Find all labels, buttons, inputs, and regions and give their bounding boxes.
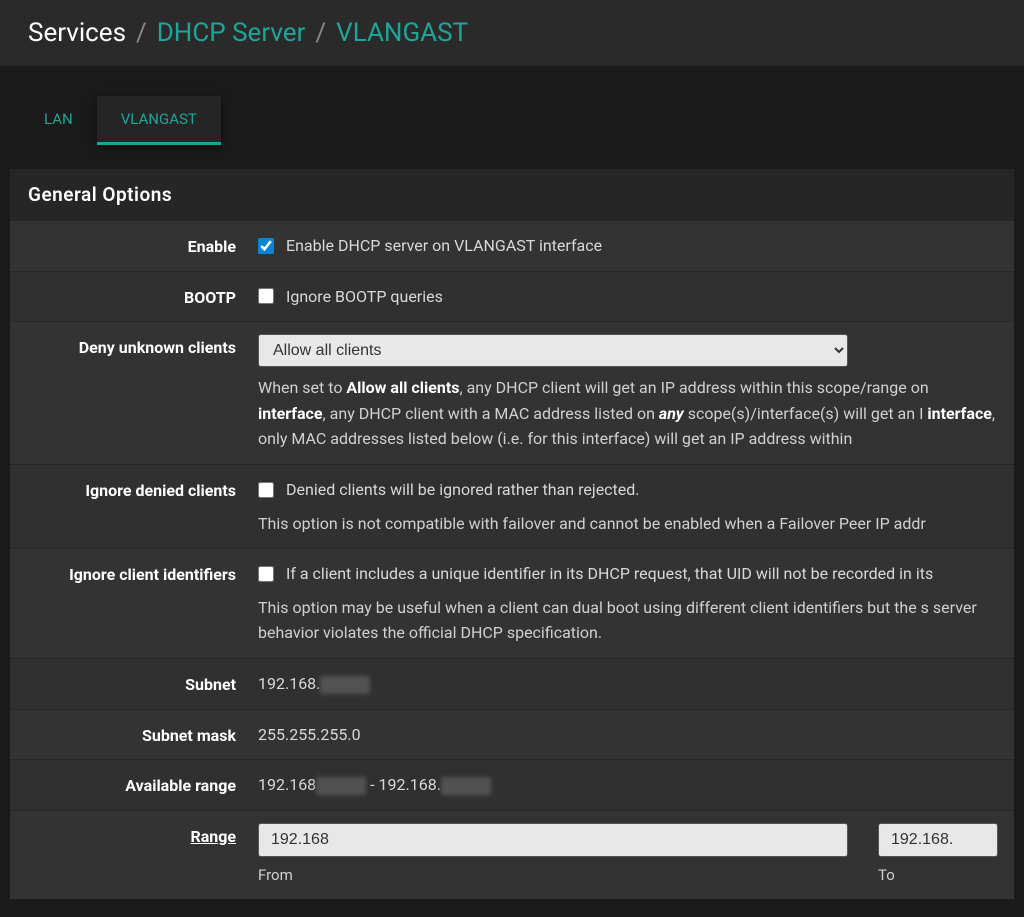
breadcrumb-root[interactable]: Services	[28, 18, 126, 48]
panel-title: General Options	[10, 169, 1014, 220]
tab-bar: LAN VLANGAST	[0, 66, 1024, 145]
bootp-checkbox[interactable]	[258, 288, 274, 304]
row-ignore-cid: Ignore client identifiers If a client in…	[10, 548, 1014, 658]
range-from-label: From	[258, 863, 848, 887]
enable-checkbox-wrap[interactable]: Enable DHCP server on VLANGAST interface	[258, 233, 996, 259]
breadcrumb: Services / DHCP Server / VLANGAST	[0, 0, 1024, 66]
bootp-checkbox-wrap[interactable]: Ignore BOOTP queries	[258, 284, 996, 310]
label-ignore-denied: Ignore denied clients	[28, 477, 258, 500]
general-options-panel: General Options Enable Enable DHCP serve…	[10, 169, 1014, 899]
label-available-range: Available range	[28, 772, 258, 795]
enable-checkbox[interactable]	[258, 238, 274, 254]
range-to-input[interactable]	[878, 823, 998, 857]
subnet-value: 192.168.	[258, 671, 996, 697]
redacted-block	[320, 676, 370, 694]
ignore-cid-checkbox-wrap[interactable]: If a client includes a unique identifier…	[258, 561, 996, 587]
row-subnet-mask: Subnet mask 255.255.255.0	[10, 709, 1014, 760]
redacted-block	[316, 777, 366, 795]
row-ignore-denied: Ignore denied clients Denied clients wil…	[10, 464, 1014, 548]
ignore-cid-checkbox-label: If a client includes a unique identifier…	[286, 561, 933, 587]
ignore-denied-checkbox[interactable]	[258, 482, 274, 498]
tab-lan[interactable]: LAN	[20, 96, 97, 145]
redacted-block	[441, 777, 491, 795]
breadcrumb-level1[interactable]: DHCP Server	[157, 18, 306, 48]
row-subnet: Subnet 192.168.	[10, 658, 1014, 709]
bootp-checkbox-label: Ignore BOOTP queries	[286, 284, 443, 310]
breadcrumb-sep: /	[136, 18, 147, 48]
range-to-label: To	[878, 863, 998, 887]
ignore-cid-checkbox[interactable]	[258, 566, 274, 582]
deny-unknown-select[interactable]: Allow all clients	[258, 334, 848, 367]
range-from-input[interactable]	[258, 823, 848, 857]
label-subnet: Subnet	[28, 671, 258, 694]
available-range-value: 192.168 - 192.168.	[258, 772, 996, 798]
label-deny-unknown: Deny unknown clients	[28, 334, 258, 357]
row-deny-unknown: Deny unknown clients Allow all clients W…	[10, 321, 1014, 464]
subnet-mask-value: 255.255.255.0	[258, 722, 996, 748]
ignore-cid-help: This option may be useful when a client …	[258, 595, 996, 646]
label-ignore-cid: Ignore client identifiers	[28, 561, 258, 584]
breadcrumb-level2[interactable]: VLANGAST	[336, 18, 468, 48]
ignore-denied-checkbox-label: Denied clients will be ignored rather th…	[286, 477, 640, 503]
label-range: Range	[28, 823, 258, 846]
breadcrumb-sep: /	[315, 18, 326, 48]
deny-unknown-help: When set to Allow all clients, any DHCP …	[258, 375, 996, 452]
row-range: Range From To	[10, 810, 1014, 899]
row-available-range: Available range 192.168 - 192.168.	[10, 759, 1014, 810]
ignore-denied-help: This option is not compatible with failo…	[258, 511, 996, 537]
enable-checkbox-label: Enable DHCP server on VLANGAST interface	[286, 233, 602, 259]
label-bootp: BOOTP	[28, 284, 258, 307]
ignore-denied-checkbox-wrap[interactable]: Denied clients will be ignored rather th…	[258, 477, 996, 503]
row-bootp: BOOTP Ignore BOOTP queries	[10, 271, 1014, 322]
tab-vlangast[interactable]: VLANGAST	[97, 96, 221, 145]
label-subnet-mask: Subnet mask	[28, 722, 258, 745]
label-enable: Enable	[28, 233, 258, 256]
row-enable: Enable Enable DHCP server on VLANGAST in…	[10, 220, 1014, 271]
